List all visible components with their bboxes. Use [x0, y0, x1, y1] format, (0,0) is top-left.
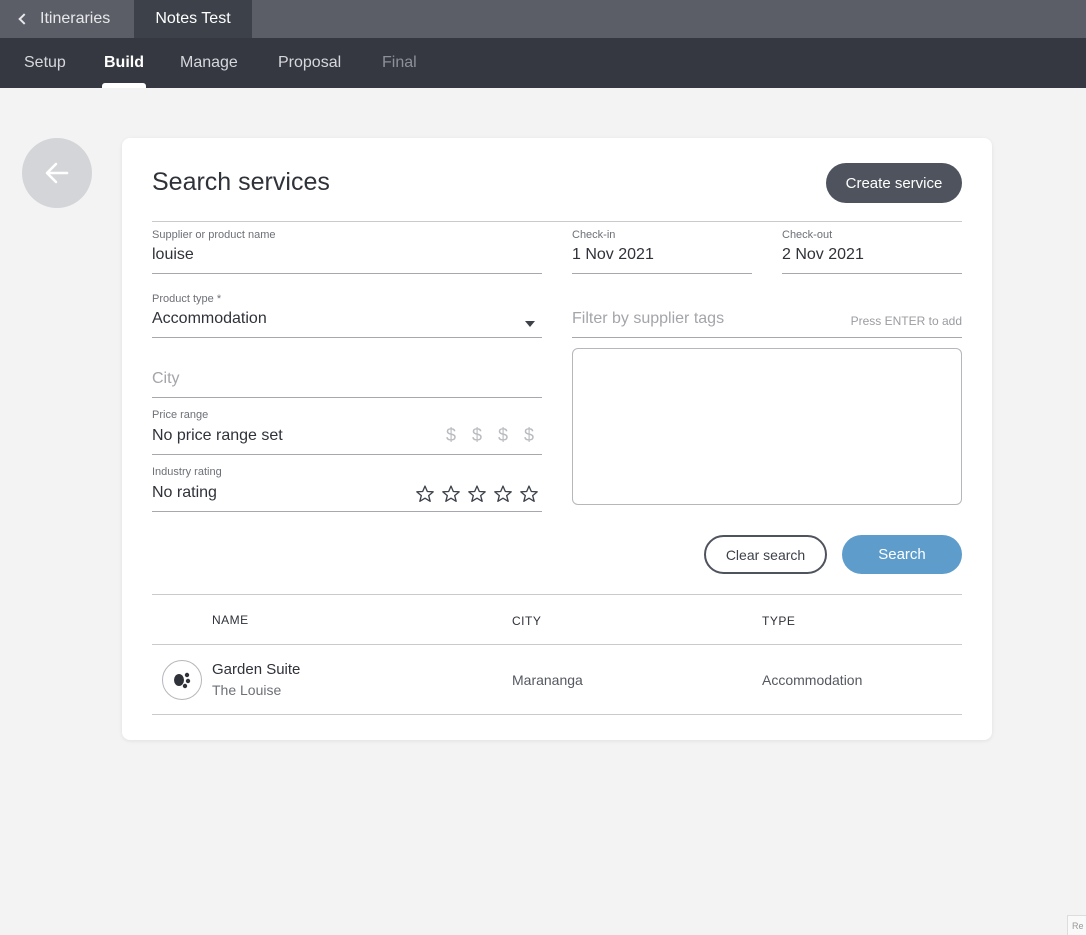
divider: [152, 221, 962, 222]
corner-widget[interactable]: Re: [1067, 915, 1086, 935]
dropdown-caret-icon: [525, 321, 535, 327]
nav-build[interactable]: Build: [104, 38, 144, 88]
supplier-tags-input[interactable]: Filter by supplier tags Press ENTER to a…: [572, 292, 962, 338]
search-services-card: Search services Create service Supplier …: [122, 138, 992, 740]
star-icon[interactable]: [412, 484, 438, 504]
supplier-tags-hint: Press ENTER to add: [850, 314, 962, 328]
product-type-value: Accommodation: [152, 310, 267, 327]
back-button[interactable]: [22, 138, 92, 208]
price-range-value: No price range set: [152, 427, 283, 444]
supplier-name-label: Supplier or product name: [152, 229, 276, 241]
star-icon[interactable]: [516, 484, 542, 504]
column-header-city: CITY: [512, 614, 542, 628]
price-level-4[interactable]: $: [516, 425, 542, 446]
price-level-1[interactable]: $: [438, 425, 464, 446]
nav-active-indicator: [102, 83, 146, 88]
top-tab-bar: Itineraries Notes Test: [0, 0, 1086, 38]
column-header-type: TYPE: [762, 614, 796, 628]
supplier-tags-box[interactable]: [572, 348, 962, 505]
nav-proposal[interactable]: Proposal: [278, 38, 341, 88]
divider: [152, 714, 962, 715]
industry-rating-field[interactable]: Industry rating No rating: [152, 465, 542, 512]
divider: [152, 594, 962, 595]
clear-search-button[interactable]: Clear search: [704, 535, 827, 574]
checkout-label: Check-out: [782, 229, 833, 241]
tab-notes-test-label: Notes Test: [155, 10, 231, 27]
price-range-label: Price range: [152, 409, 209, 421]
industry-rating-value: No rating: [152, 484, 217, 501]
city-placeholder: City: [152, 370, 180, 387]
product-type-label: Product type *: [152, 293, 222, 305]
create-service-button[interactable]: Create service: [826, 163, 962, 203]
result-type: Accommodation: [762, 672, 863, 688]
tab-notes-test[interactable]: Notes Test: [134, 0, 252, 38]
search-button[interactable]: Search: [842, 535, 962, 574]
tab-itineraries-label: Itineraries: [40, 10, 111, 27]
table-row[interactable]: Garden Suite The Louise Marananga Accomm…: [152, 645, 962, 715]
checkout-field[interactable]: Check-out 2 Nov 2021: [782, 228, 962, 274]
supplier-name-field[interactable]: Supplier or product name louise: [152, 228, 542, 274]
result-city: Marananga: [512, 672, 583, 688]
star-icon[interactable]: [438, 484, 464, 504]
tab-itineraries[interactable]: Itineraries: [0, 0, 134, 38]
checkin-label: Check-in: [572, 229, 616, 241]
price-range-field[interactable]: Price range No price range set $ $ $ $: [152, 408, 542, 455]
checkin-field[interactable]: Check-in 1 Nov 2021: [572, 228, 752, 274]
supplier-logo-icon: [162, 660, 202, 700]
main-nav: Setup Build Manage Proposal Final: [0, 38, 1086, 88]
result-name: Garden Suite: [212, 661, 301, 678]
nav-manage[interactable]: Manage: [180, 38, 238, 88]
column-header-name: NAME: [212, 613, 249, 627]
page-title: Search services: [152, 168, 330, 196]
nav-setup[interactable]: Setup: [24, 38, 66, 88]
star-icon[interactable]: [464, 484, 490, 504]
nav-final[interactable]: Final: [382, 38, 417, 88]
product-type-select[interactable]: Product type * Accommodation: [152, 292, 542, 338]
rating-stars[interactable]: [412, 484, 542, 504]
city-input[interactable]: City: [152, 358, 542, 398]
supplier-tags-placeholder: Filter by supplier tags: [572, 310, 725, 327]
supplier-name-value: louise: [152, 246, 194, 263]
arrow-left-icon: [45, 162, 69, 184]
star-icon[interactable]: [490, 484, 516, 504]
checkin-value: 1 Nov 2021: [572, 246, 654, 263]
industry-rating-label: Industry rating: [152, 466, 222, 478]
checkout-value: 2 Nov 2021: [782, 246, 864, 263]
price-level-3[interactable]: $: [490, 425, 516, 446]
price-range-selector[interactable]: $ $ $ $: [438, 425, 542, 446]
price-level-2[interactable]: $: [464, 425, 490, 446]
result-supplier: The Louise: [212, 682, 282, 698]
chevron-left-icon: [18, 13, 30, 25]
